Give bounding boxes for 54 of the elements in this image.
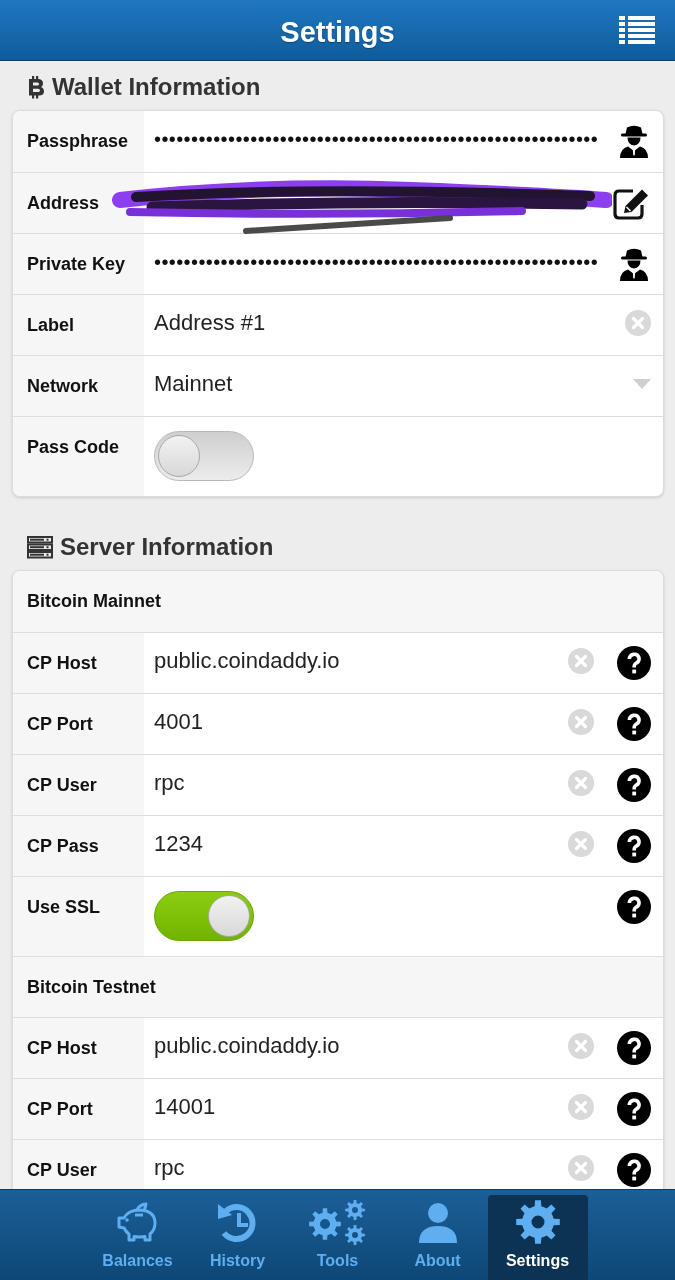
- help-icon[interactable]: [617, 829, 651, 863]
- nav-tab[interactable]: About: [387, 1195, 488, 1280]
- help-icon[interactable]: [617, 1031, 651, 1065]
- help-icon[interactable]: [617, 890, 651, 924]
- help-icon[interactable]: [617, 1153, 651, 1187]
- text-field[interactable]: 14001: [154, 1092, 556, 1122]
- text-field[interactable]: 4001: [154, 707, 556, 737]
- section-title: Wallet Information: [52, 73, 261, 101]
- field-label: CP Pass: [13, 816, 144, 876]
- field-label: CP Host: [13, 1018, 144, 1078]
- field-label: Pass Code: [13, 417, 144, 496]
- server-icon: [27, 535, 53, 559]
- help-icon[interactable]: [617, 646, 651, 680]
- field-label: CP Port: [13, 1079, 144, 1139]
- text-field[interactable]: 1234: [154, 829, 556, 859]
- text-field[interactable]: Address #1: [154, 308, 613, 338]
- text-field[interactable]: public.coindaddy.io: [154, 1031, 556, 1061]
- text-field[interactable]: rpc: [154, 768, 556, 798]
- help-icon[interactable]: [617, 707, 651, 741]
- select-field[interactable]: Mainnet: [154, 369, 651, 399]
- bitcoin-icon: [27, 75, 45, 99]
- nav-tab[interactable]: History: [187, 1195, 288, 1280]
- spy-icon[interactable]: [617, 247, 651, 281]
- section-title: Server Information: [60, 533, 274, 561]
- menu-icon[interactable]: [619, 15, 655, 45]
- field-label: Passphrase: [13, 111, 144, 172]
- password-field[interactable]: ••••••••••••••••••••••••••••••••••••••••••••••••••••••••••••: [154, 247, 605, 277]
- field-label: Private Key: [13, 234, 144, 294]
- spy-icon[interactable]: [617, 124, 651, 158]
- gears-icon: [307, 1199, 368, 1245]
- toggle-switch[interactable]: [154, 891, 254, 941]
- toggle-switch[interactable]: [154, 431, 254, 481]
- help-icon[interactable]: [617, 1092, 651, 1126]
- nav-tab[interactable]: Balances: [87, 1195, 188, 1280]
- help-icon[interactable]: [617, 768, 651, 802]
- field-label: CP User: [13, 1140, 144, 1189]
- nav-tab[interactable]: Settings: [487, 1195, 588, 1280]
- gear-icon: [514, 1199, 561, 1245]
- text-field[interactable]: rpc: [154, 1153, 556, 1183]
- field-label: Address: [13, 173, 144, 233]
- field-label: Network: [13, 356, 144, 416]
- field-label: Label: [13, 295, 144, 355]
- edit-icon[interactable]: [611, 186, 651, 220]
- password-field[interactable]: ••••••••••••••••••••••••••••••••••••••••••••••••••••••••••••: [154, 124, 605, 154]
- text-field[interactable]: public.coindaddy.io: [154, 646, 556, 676]
- group-heading: Bitcoin Mainnet: [13, 571, 663, 632]
- field-label: CP Port: [13, 694, 144, 754]
- field-label: CP User: [13, 755, 144, 815]
- dropdown-caret-icon: [633, 379, 651, 389]
- page-title: Settings: [280, 15, 395, 49]
- field-label: Use SSL: [13, 877, 144, 956]
- nav-tab[interactable]: Tools: [287, 1195, 388, 1280]
- group-heading: Bitcoin Testnet: [13, 956, 663, 1017]
- field-label: CP Host: [13, 633, 144, 693]
